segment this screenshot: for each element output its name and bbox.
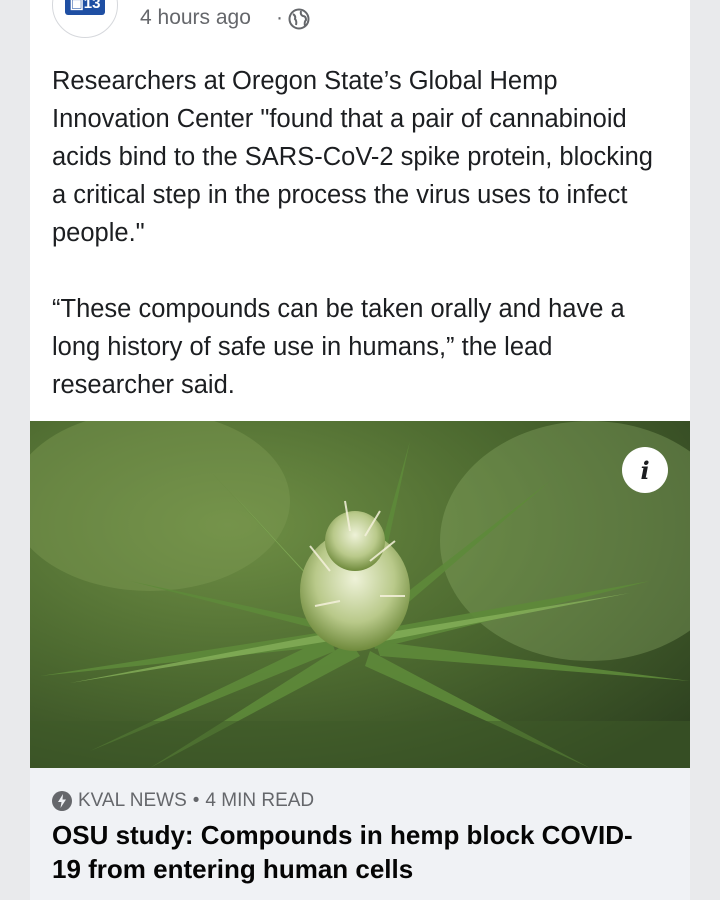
link-read-time: 4 MIN READ [205, 790, 315, 811]
header-separator: · [276, 6, 283, 29]
link-separator: • [192, 790, 200, 811]
post-header: ▣13 4 hours ago · [30, 0, 690, 46]
post-timestamp[interactable]: 4 hours ago [140, 6, 251, 30]
post-paragraph: “These compounds can be taken orally and… [52, 295, 625, 399]
link-source-row: KVAL NEWS • 4 MIN READ [52, 790, 314, 812]
page-avatar[interactable]: ▣13 [52, 0, 118, 38]
station-logo-icon: ▣13 [65, 0, 105, 15]
link-preview[interactable]: KVAL NEWS • 4 MIN READ OSU study: Compou… [30, 768, 690, 900]
post-body: Researchers at Oregon State’s Global Hem… [52, 62, 672, 404]
post-card: ▣13 4 hours ago · Researchers at Oregon … [30, 0, 690, 900]
post-paragraph: Researchers at Oregon State’s Global Hem… [52, 67, 653, 247]
link-source: KVAL NEWS [78, 790, 187, 811]
instant-article-bolt-icon [52, 791, 72, 811]
link-title[interactable]: OSU study: Compounds in hemp block COVID… [52, 818, 652, 886]
article-image[interactable]: i [30, 421, 690, 768]
cannabis-plant-photo [30, 421, 690, 768]
globe-icon [288, 8, 310, 30]
info-icon[interactable]: i [622, 447, 668, 493]
